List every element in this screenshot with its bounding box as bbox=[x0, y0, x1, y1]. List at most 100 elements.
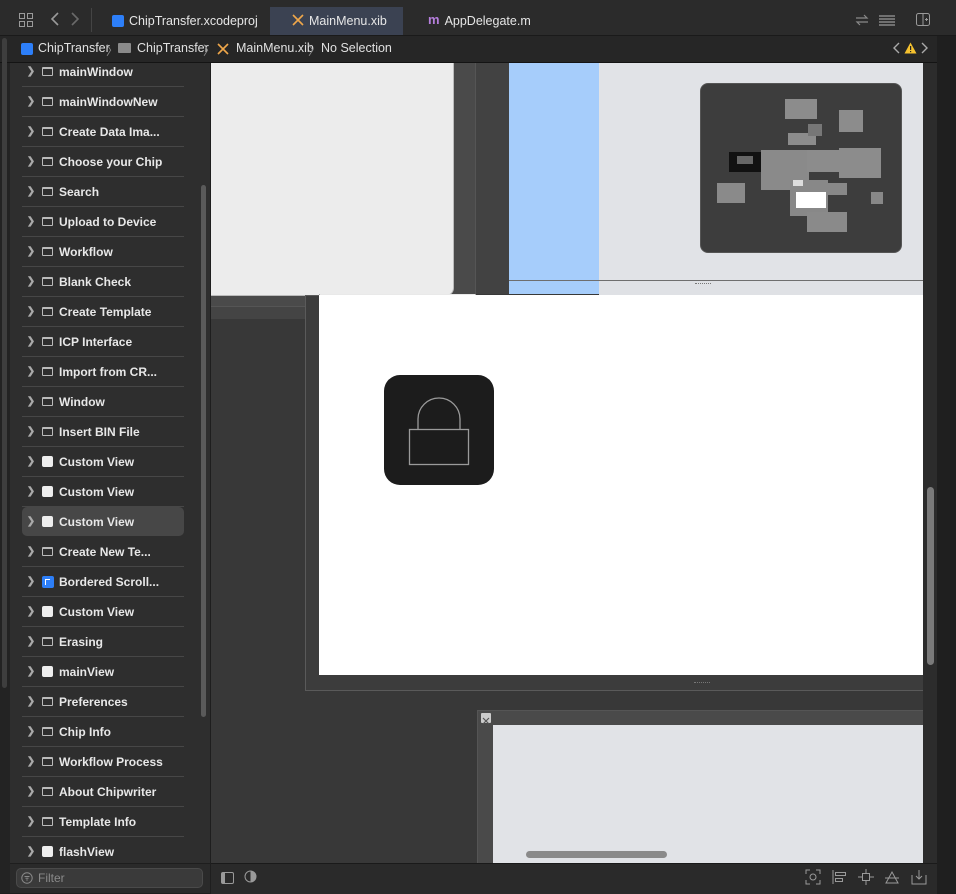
disclosure-chevron-icon[interactable]: ❯ bbox=[24, 66, 38, 77]
outline-item[interactable]: ❯ Search bbox=[22, 177, 184, 207]
disclosure-chevron-icon[interactable]: ❯ bbox=[24, 366, 38, 377]
disclosure-chevron-icon[interactable]: ❯ bbox=[24, 576, 38, 587]
tab-mainmenu-xib[interactable]: MainMenu.xib bbox=[292, 8, 387, 34]
zoom-to-fit-icon[interactable] bbox=[805, 869, 821, 890]
outline-item[interactable]: ❯ Erasing bbox=[22, 627, 184, 657]
outline-item-label: mainWindowNew bbox=[59, 94, 158, 109]
outline-item-label: Workflow bbox=[59, 244, 113, 259]
editor-options-icon[interactable] bbox=[879, 14, 895, 32]
disclosure-chevron-icon[interactable]: ❯ bbox=[24, 606, 38, 617]
breadcrumb-selection[interactable]: No Selection bbox=[321, 41, 392, 55]
disclosure-chevron-icon[interactable]: ❯ bbox=[24, 246, 38, 257]
outline-item[interactable]: ❯ About Chipwriter bbox=[22, 777, 184, 807]
outline-item[interactable]: ❯ Chip Info bbox=[22, 717, 184, 747]
disclosure-chevron-icon[interactable]: ❯ bbox=[24, 666, 38, 677]
outline-scrollbar[interactable] bbox=[201, 185, 206, 717]
disclosure-chevron-icon[interactable]: ❯ bbox=[24, 546, 38, 557]
resize-handle[interactable] bbox=[695, 283, 711, 286]
disclosure-chevron-icon[interactable]: ❯ bbox=[24, 96, 38, 107]
outline-item[interactable]: ❯ Create Data Ima... bbox=[22, 117, 184, 147]
outline-item[interactable]: ❯ ICP Interface bbox=[22, 327, 184, 357]
disclosure-chevron-icon[interactable]: ❯ bbox=[24, 156, 38, 167]
align-icon[interactable] bbox=[832, 869, 848, 890]
outline-item[interactable]: ❯ Create Template bbox=[22, 297, 184, 327]
outline-item[interactable]: ❯ Custom View bbox=[22, 597, 184, 627]
outline-item[interactable]: ❯ mainWindow bbox=[22, 63, 184, 87]
outline-item[interactable]: ❯ Custom View bbox=[22, 507, 184, 536]
disclosure-chevron-icon[interactable]: ❯ bbox=[24, 306, 38, 317]
interface-builder-canvas[interactable] bbox=[211, 63, 923, 863]
disclosure-chevron-icon[interactable]: ❯ bbox=[24, 726, 38, 737]
appearance-icon[interactable] bbox=[244, 870, 257, 888]
disclosure-chevron-icon[interactable]: ❯ bbox=[24, 276, 38, 287]
outline-item[interactable]: ❯ Insert BIN File bbox=[22, 417, 184, 447]
outline-item[interactable]: ❯ Preferences bbox=[22, 687, 184, 717]
tab-chiptransfer-xcodeproj[interactable]: ChipTransfer.xcodeproj bbox=[112, 8, 258, 34]
window-icon bbox=[42, 97, 53, 106]
panel-close-icon[interactable] bbox=[481, 713, 491, 725]
breadcrumb-project[interactable]: ChipTransfer bbox=[38, 41, 110, 55]
outline-item[interactable]: ❯ mainView bbox=[22, 657, 184, 687]
left-scroller[interactable] bbox=[2, 38, 7, 688]
forward-chevron-icon[interactable] bbox=[70, 11, 80, 32]
outline-item[interactable]: ❯ flashView bbox=[22, 837, 184, 863]
outline-item[interactable]: ❯ Template Info bbox=[22, 807, 184, 837]
outline-item[interactable]: ❯ mainWindowNew bbox=[22, 87, 184, 117]
outline-item[interactable]: ❯ Choose your Chip bbox=[22, 147, 184, 177]
outline-item[interactable]: ❯ Blank Check bbox=[22, 267, 184, 297]
disclosure-chevron-icon[interactable]: ❯ bbox=[24, 426, 38, 437]
add-editor-icon[interactable] bbox=[916, 13, 930, 31]
back-chevron-icon[interactable] bbox=[50, 11, 60, 32]
resolve-issues-icon[interactable] bbox=[884, 869, 900, 890]
disclosure-chevron-icon[interactable]: ❯ bbox=[24, 756, 38, 767]
canvas-horizontal-scroller[interactable] bbox=[526, 851, 667, 858]
window-icon bbox=[42, 127, 53, 136]
outline-item[interactable]: ❯ Import from CR... bbox=[22, 357, 184, 387]
disclosure-chevron-icon[interactable]: ❯ bbox=[24, 216, 38, 227]
objc-file-icon: m bbox=[428, 12, 440, 27]
disclosure-chevron-icon[interactable]: ❯ bbox=[24, 636, 38, 647]
add-constraints-icon[interactable] bbox=[858, 869, 874, 890]
filter-field[interactable]: Filter bbox=[16, 868, 203, 888]
tab-appdelegate-m[interactable]: m AppDelegate.m bbox=[428, 8, 531, 34]
disclosure-chevron-icon[interactable]: ❯ bbox=[24, 336, 38, 347]
related-items-icon[interactable] bbox=[855, 13, 869, 31]
outline-item-label: mainView bbox=[59, 664, 115, 679]
frame-handle[interactable] bbox=[694, 682, 710, 685]
breadcrumb-separator-icon: 〉 bbox=[106, 44, 119, 58]
disclosure-chevron-icon[interactable]: ❯ bbox=[24, 516, 38, 527]
lock-image[interactable] bbox=[384, 375, 494, 485]
disclosure-chevron-icon[interactable]: ❯ bbox=[24, 456, 38, 467]
outline-item[interactable]: ❯ Workflow Process bbox=[22, 747, 184, 777]
outline-item[interactable]: ❯ Custom View bbox=[22, 477, 184, 507]
outline-item[interactable]: ❯ Upload to Device bbox=[22, 207, 184, 237]
disclosure-chevron-icon[interactable]: ❯ bbox=[24, 396, 38, 407]
blue-view[interactable] bbox=[509, 63, 599, 294]
disclosure-chevron-icon[interactable]: ❯ bbox=[24, 186, 38, 197]
disclosure-chevron-icon[interactable]: ❯ bbox=[24, 846, 38, 857]
grid-icon[interactable] bbox=[19, 13, 33, 27]
warning-icon[interactable] bbox=[904, 42, 917, 57]
previous-issue-icon[interactable] bbox=[892, 42, 900, 57]
canvas-vertical-scroller[interactable] bbox=[927, 487, 934, 665]
window-content[interactable] bbox=[211, 63, 454, 296]
hide-outline-icon[interactable] bbox=[221, 871, 234, 889]
next-issue-icon[interactable] bbox=[921, 42, 929, 57]
outline-item[interactable]: ❯ Bordered Scroll... bbox=[22, 567, 184, 597]
embed-in-icon[interactable] bbox=[911, 869, 927, 890]
outline-item-label: Upload to Device bbox=[59, 214, 157, 229]
disclosure-chevron-icon[interactable]: ❯ bbox=[24, 816, 38, 827]
disclosure-chevron-icon[interactable]: ❯ bbox=[24, 696, 38, 707]
disclosure-chevron-icon[interactable]: ❯ bbox=[24, 126, 38, 137]
outline-item-label: Custom View bbox=[59, 484, 135, 499]
disclosure-chevron-icon[interactable]: ❯ bbox=[24, 786, 38, 797]
outline-item[interactable]: ❯ Custom View bbox=[22, 447, 184, 477]
breadcrumb-file[interactable]: MainMenu.xib bbox=[236, 41, 314, 55]
breadcrumb-folder[interactable]: ChipTransfer bbox=[137, 41, 209, 55]
panel-content[interactable] bbox=[493, 725, 923, 863]
outline-item[interactable]: ❯ Window bbox=[22, 387, 184, 417]
canvas-minimap[interactable] bbox=[700, 83, 902, 253]
outline-item[interactable]: ❯ Workflow bbox=[22, 237, 184, 267]
outline-item[interactable]: ❯ Create New Te... bbox=[22, 537, 184, 567]
disclosure-chevron-icon[interactable]: ❯ bbox=[24, 486, 38, 497]
